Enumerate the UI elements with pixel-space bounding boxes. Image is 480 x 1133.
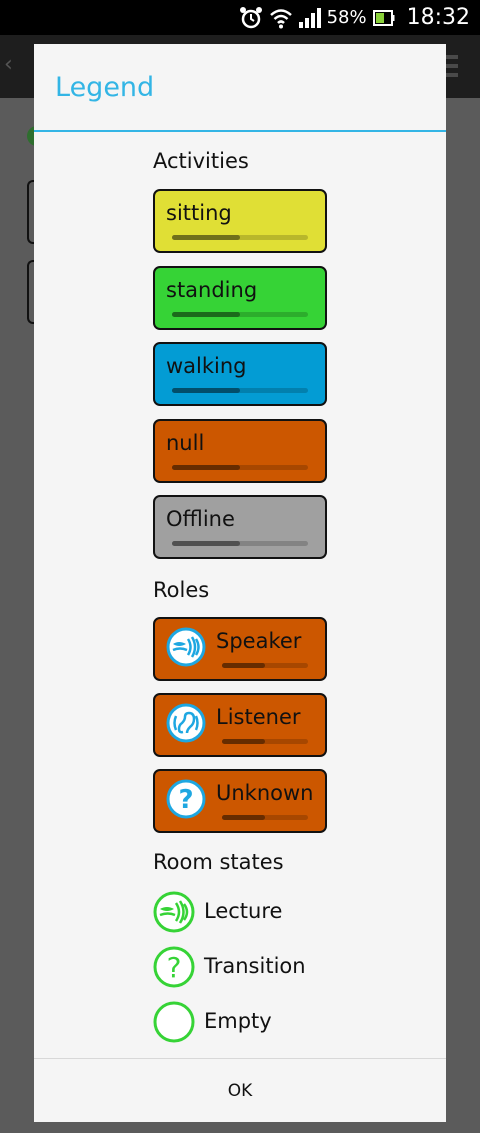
role-progress-track [222,739,308,744]
room-state-label: Lecture [204,899,283,923]
clock: 18:32 [406,5,470,30]
activity-progress-fill [172,465,240,470]
lecture-speaker-icon [153,891,195,933]
wifi-icon [269,8,292,28]
svg-text:?: ? [167,951,182,984]
activity-label: sitting [166,201,232,225]
battery-icon [372,9,395,26]
room-state-lecture: Lecture [153,891,393,933]
question-icon: ? [166,779,206,819]
role-progress-fill [222,815,265,820]
room-state-label: Empty [204,1009,272,1033]
role-label: Unknown [216,781,314,805]
role-progress-track [222,815,308,820]
activity-card-walking: walking [153,342,327,406]
role-label: Listener [216,705,301,729]
activity-progress-track [172,541,308,546]
activity-progress-track [172,465,308,470]
title-divider [34,130,446,132]
role-card-speaker: Speaker [153,617,327,681]
speaker-icon [166,627,206,667]
role-progress-track [222,663,308,668]
listener-ear-icon [166,703,206,743]
alarm-icon [239,6,262,28]
ok-button[interactable]: OK [34,1059,446,1122]
battery-percent: 58% [326,7,367,28]
activity-card-sitting: sitting [153,189,327,253]
room-state-label: Transition [204,954,306,978]
role-label: Speaker [216,629,302,653]
activity-label: standing [166,278,258,302]
back-icon: ‹ [4,52,13,77]
activity-progress-fill [172,312,240,317]
activity-card-offline: Offline [153,495,327,559]
activity-label: walking [166,354,247,378]
activity-progress-track [172,312,308,317]
role-progress-fill [222,663,265,668]
role-card-unknown: ? Unknown [153,769,327,833]
activity-progress-fill [172,388,240,393]
activity-label: null [166,431,205,455]
activity-card-null: null [153,419,327,483]
room-state-empty: Empty [153,1001,393,1043]
activity-progress-track [172,388,308,393]
question-circle-icon: ? [153,946,195,988]
room-states-heading: Room states [153,850,284,874]
activity-progress-fill [172,235,240,240]
activity-progress-track [172,235,308,240]
role-card-listener: Listener [153,693,327,757]
dialog-title: Legend [55,72,155,103]
roles-heading: Roles [153,578,210,602]
activities-heading: Activities [153,149,249,173]
role-progress-fill [222,739,265,744]
activity-progress-fill [172,541,240,546]
svg-text:?: ? [178,785,193,815]
room-state-transition: ? Transition [153,946,393,988]
activity-card-standing: standing [153,266,327,330]
activity-label: Offline [166,507,235,531]
empty-circle-icon [153,1001,195,1043]
legend-dialog: Legend Activities sitting standing walki… [34,44,446,1122]
signal-icon [298,7,321,28]
status-bar: 58% 18:32 [0,0,480,35]
